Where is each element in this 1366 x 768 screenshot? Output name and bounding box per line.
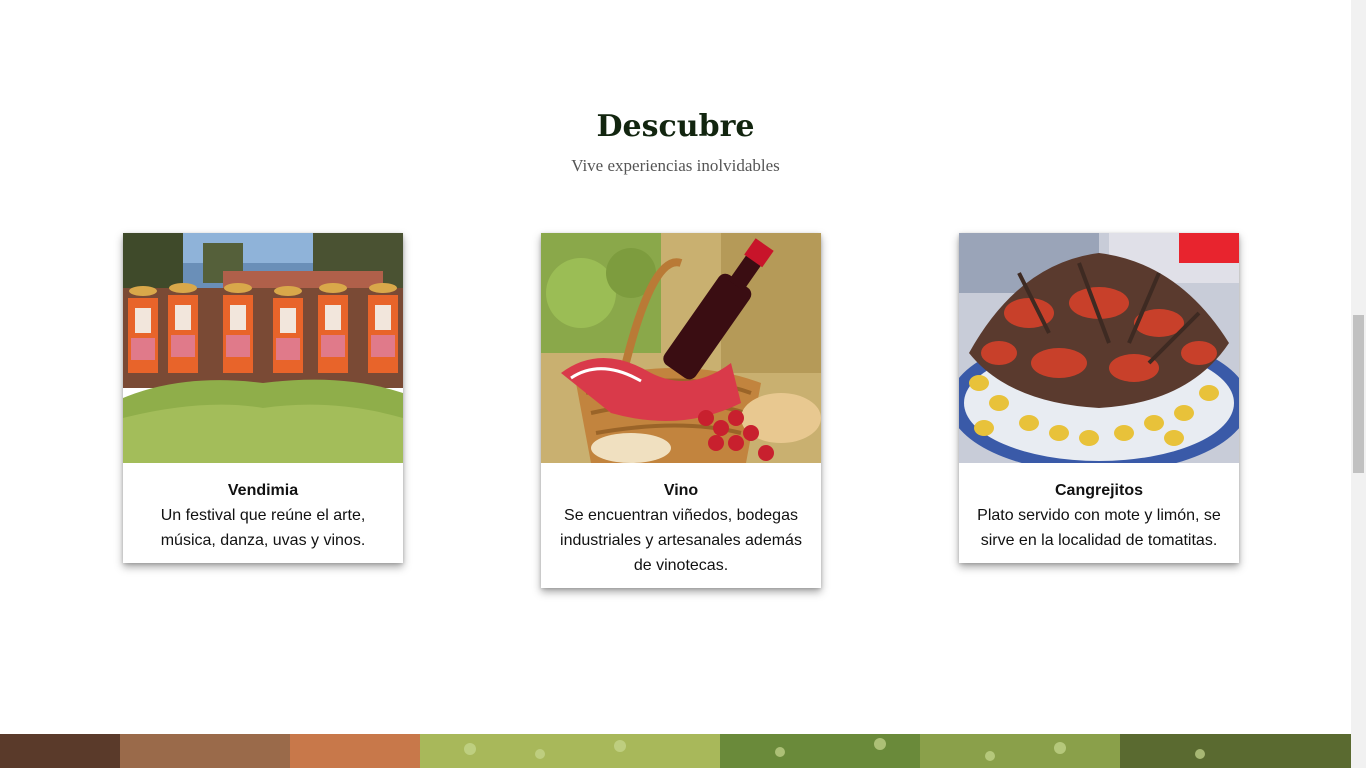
card-body: Vendimia Un festival que reúne el arte, … bbox=[123, 463, 403, 563]
card-title: Vendimia bbox=[227, 482, 299, 499]
section-subtitle: Vive experiencias inolvidables bbox=[571, 156, 780, 175]
card-cangrejitos[interactable]: Cangrejitos Plato servido con mote y lim… bbox=[959, 233, 1239, 563]
card-vendimia[interactable]: Vendimia Un festival que reúne el arte, … bbox=[123, 233, 403, 563]
section-title: Descubre bbox=[596, 109, 755, 144]
card-text: Plato servido con mote y limón, se sirve… bbox=[977, 507, 1221, 549]
card-body: Vino Se encuentran viñedos, bodegas indu… bbox=[541, 463, 821, 588]
page: Descubre Vive experiencias inolvidables bbox=[0, 0, 1351, 768]
card-title: Vino bbox=[663, 482, 699, 499]
festival-photo bbox=[123, 233, 403, 463]
wine-basket-photo bbox=[541, 233, 821, 463]
vertical-scrollbar[interactable] bbox=[1351, 0, 1366, 768]
crayfish-dish-photo bbox=[959, 233, 1239, 463]
card-text: Un festival que reúne el arte, música, d… bbox=[160, 507, 366, 549]
card-body: Cangrejitos Plato servido con mote y lim… bbox=[959, 463, 1239, 563]
scrollbar-thumb[interactable] bbox=[1353, 315, 1364, 473]
vineyard-banner-image bbox=[0, 734, 1351, 768]
card-text: Se encuentran viñedos, bodegas industria… bbox=[560, 507, 802, 574]
card-vino[interactable]: Vino Se encuentran viñedos, bodegas indu… bbox=[541, 233, 821, 588]
card-title: Cangrejitos bbox=[1054, 482, 1143, 499]
